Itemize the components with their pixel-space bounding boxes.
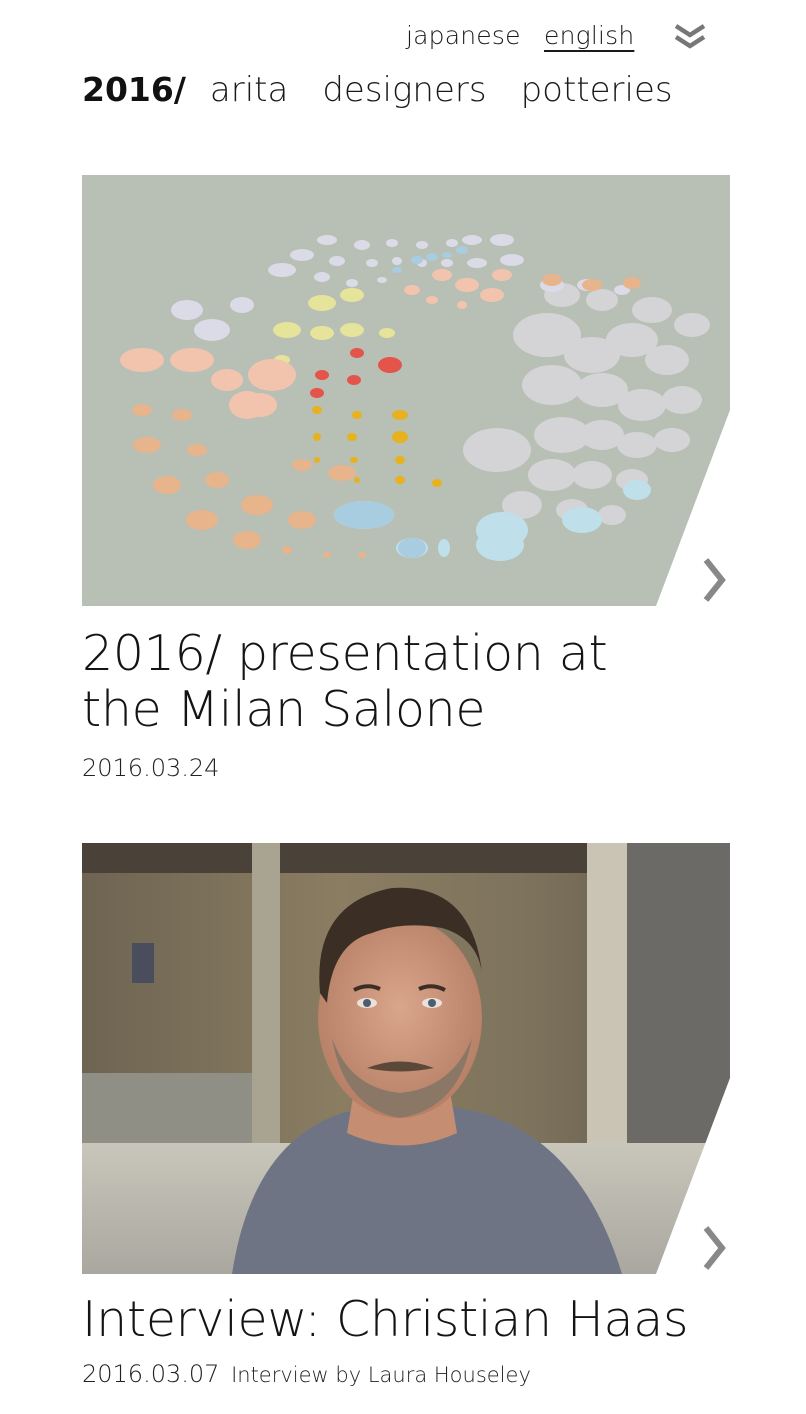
- dotted-color-chart-photo: [82, 175, 730, 606]
- lang-english-link[interactable]: english: [544, 18, 634, 54]
- chevron-right-icon[interactable]: [694, 554, 730, 606]
- article-thumbnail[interactable]: [82, 843, 730, 1274]
- double-chevron-down-icon[interactable]: [672, 22, 708, 52]
- portrait-photo: [82, 843, 730, 1274]
- article-meta: 2016.03.07 Interview by Laura Houseley: [82, 1360, 730, 1388]
- nav-item-potteries[interactable]: potteries: [521, 70, 673, 110]
- nav-item-arita[interactable]: arita: [210, 70, 288, 110]
- language-bar: japanese english: [0, 14, 806, 58]
- lang-japanese-link[interactable]: japanese: [406, 18, 521, 54]
- article-card[interactable]: 2016/ presentation at the Milan Salone 2…: [82, 175, 730, 782]
- nav-year-2016[interactable]: 2016/: [82, 70, 186, 109]
- article-meta: 2016.03.24: [82, 754, 730, 782]
- main-nav: 2016/ arita designers potteries: [82, 70, 707, 126]
- article-title[interactable]: Interview: Christian Haas: [82, 1292, 702, 1348]
- article-date: 2016.03.07: [82, 1360, 220, 1388]
- article-date: 2016.03.24: [82, 754, 220, 782]
- nav-item-designers[interactable]: designers: [322, 70, 486, 110]
- article-byline: Interview by Laura Houseley: [231, 1363, 531, 1387]
- article-card[interactable]: Interview: Christian Haas 2016.03.07 Int…: [82, 843, 730, 1388]
- chevron-right-icon[interactable]: [694, 1222, 730, 1274]
- article-title[interactable]: 2016/ presentation at the Milan Salone: [82, 626, 702, 738]
- article-thumbnail[interactable]: [82, 175, 730, 606]
